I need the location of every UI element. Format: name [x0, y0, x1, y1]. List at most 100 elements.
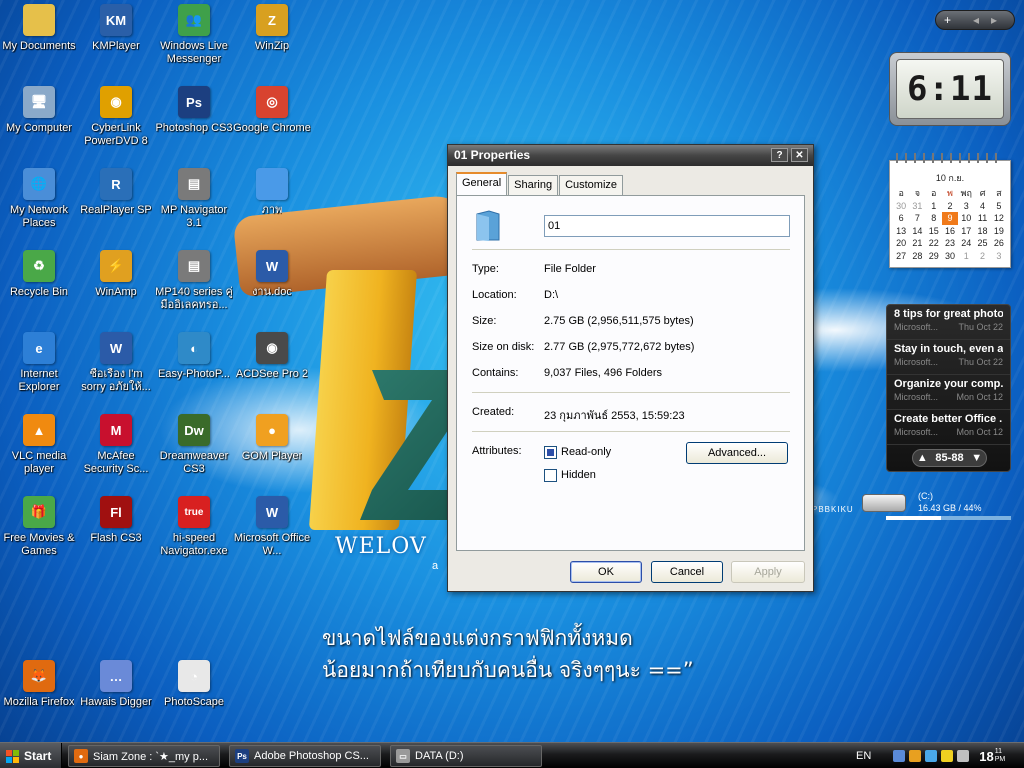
folder-name-input[interactable]: 01 [544, 215, 790, 237]
desktop-icon[interactable]: ♻ Recycle Bin [0, 250, 78, 299]
security-tray-icon[interactable] [941, 750, 954, 762]
calendar-day[interactable]: 30 [893, 200, 909, 213]
calendar-day[interactable]: 31 [909, 200, 925, 213]
calendar-day[interactable]: 8 [926, 212, 942, 225]
desktop-icon[interactable]: ◐ Easy-PhotoP... [155, 332, 233, 381]
news-prev-button[interactable]: ▲ [917, 452, 928, 464]
calendar-day[interactable]: 11 [974, 212, 990, 225]
taskbar-item[interactable]: ▭ DATA (D:) [390, 745, 542, 767]
desktop-icon[interactable]: W งาน.doc [233, 250, 311, 299]
desktop-icon[interactable]: ◉ ACDSee Pro 2 [233, 332, 311, 381]
calendar-day[interactable]: 15 [926, 225, 942, 238]
calendar-day[interactable]: 26 [991, 237, 1007, 250]
sidebar-prev-button[interactable]: ◂ [973, 13, 979, 27]
calendar-day[interactable]: 17 [958, 225, 974, 238]
desktop-icon[interactable]: Fl Flash CS3 [77, 496, 155, 545]
desktop-icon[interactable]: W Microsoft Office W... [233, 496, 311, 558]
calendar-day[interactable]: 16 [942, 225, 958, 238]
ok-button[interactable]: OK [570, 561, 642, 583]
calendar-day[interactable]: 9 [941, 212, 959, 225]
calendar-day[interactable]: 22 [926, 237, 942, 250]
desktop-icon[interactable]: ◔ PhotoScape [155, 660, 233, 709]
messenger-tray-icon[interactable] [925, 750, 938, 762]
news-item[interactable]: 8 tips for great photos Microsoft... Thu O… [887, 305, 1010, 340]
advanced-button[interactable]: Advanced... [686, 442, 788, 464]
drive-gadget[interactable]: (C:) 16.43 GB / 44% [860, 490, 1015, 520]
update-tray-icon[interactable] [909, 750, 922, 762]
desktop-icon[interactable]: ▤ MP140 series คู่มืออิเลคทรอ... [155, 250, 233, 312]
calendar-day[interactable]: 27 [893, 250, 909, 263]
calendar-day[interactable]: 1 [926, 200, 942, 213]
desktop-icon[interactable]: Dw Dreamweaver CS3 [155, 414, 233, 476]
calendar-day[interactable]: 7 [909, 212, 925, 225]
desktop-icon[interactable]: 🖥 My Computer [0, 86, 78, 135]
readonly-checkbox[interactable] [544, 446, 557, 459]
taskbar-item[interactable]: ● Siam Zone : `★_my p... [68, 745, 220, 767]
desktop-icon[interactable]: ▤ MP Navigator 3.1 [155, 168, 233, 230]
desktop-icon[interactable]: My Documents [0, 4, 78, 53]
calendar-day[interactable]: 28 [909, 250, 925, 263]
calendar-day[interactable]: 19 [991, 225, 1007, 238]
tab-customize[interactable]: Customize [559, 175, 624, 195]
dialog-titlebar[interactable]: 01 Properties ? ✕ [448, 145, 813, 166]
calendar-day[interactable]: 29 [926, 250, 942, 263]
desktop-icon[interactable]: … Hawais Digger [77, 660, 155, 709]
calendar-day[interactable]: 6 [893, 212, 909, 225]
news-item[interactable]: Stay in touch, even a... Microsoft... Thu … [887, 340, 1010, 375]
calendar-day[interactable]: 30 [942, 250, 958, 263]
calendar-day[interactable]: 25 [974, 237, 990, 250]
calendar-gadget[interactable]: 10 ก.ย. อจอพพฤศส 30 31 1 2 3 4 5 6 7 8 9 10 11 12 13 14 1… [889, 153, 1011, 268]
calendar-day[interactable]: 2 [942, 200, 958, 213]
calendar-day[interactable]: 24 [958, 237, 974, 250]
desktop-icon[interactable]: 👥 Windows Live Messenger [155, 4, 233, 66]
desktop-icon[interactable]: 🦊 Mozilla Firefox [0, 660, 78, 709]
desktop-icon[interactable]: 🌐 My Network Places [0, 168, 78, 230]
news-item[interactable]: Create better Office ... Microsoft... Mon … [887, 410, 1010, 445]
desktop-icon[interactable]: ◉ CyberLink PowerDVD 8 [77, 86, 155, 148]
desktop-icon[interactable]: Z WinZip [233, 4, 311, 53]
desktop-icon[interactable]: R RealPlayer SP [77, 168, 155, 217]
news-next-button[interactable]: ▼ [971, 452, 982, 464]
desktop-icon[interactable]: e Internet Explorer [0, 332, 78, 394]
calendar-day[interactable]: 14 [909, 225, 925, 238]
calendar-day[interactable]: 23 [942, 237, 958, 250]
network-tray-icon[interactable] [893, 750, 906, 762]
hidden-checkbox[interactable] [544, 469, 557, 482]
hidden-label[interactable]: Hidden [561, 469, 596, 481]
calendar-day[interactable]: 3 [991, 250, 1007, 263]
desktop-icon[interactable]: 🎁 Free Movies & Games [0, 496, 78, 558]
calendar-day[interactable]: 5 [991, 200, 1007, 213]
readonly-label[interactable]: Read-only [561, 446, 611, 458]
calendar-day[interactable]: 12 [991, 212, 1007, 225]
help-button[interactable]: ? [771, 148, 788, 162]
tab-sharing[interactable]: Sharing [508, 175, 559, 195]
cancel-button[interactable]: Cancel [651, 561, 723, 583]
news-item[interactable]: Organize your comp... Microsoft... Mon Oct… [887, 375, 1010, 410]
desktop-icon[interactable]: Ps Photoshop CS3 [155, 86, 233, 135]
desktop-icon[interactable]: W ชื่อเรื่อง I'm sorry อภัยให้... [77, 332, 155, 394]
close-button[interactable]: ✕ [791, 148, 808, 162]
calendar-day[interactable]: 3 [958, 200, 974, 213]
desktop-icon[interactable]: KM KMPlayer [77, 4, 155, 53]
clock-hour[interactable]: 18 [979, 749, 993, 764]
calendar-day[interactable]: 1 [958, 250, 974, 263]
tab-general[interactable]: General [456, 172, 508, 195]
apply-button[interactable]: Apply [731, 561, 805, 583]
desktop-icon[interactable]: ภาพ [233, 168, 311, 217]
volume-tray-icon[interactable] [957, 750, 970, 762]
start-button[interactable]: Start [0, 743, 62, 768]
desktop-icon[interactable]: M McAfee Security Sc... [77, 414, 155, 476]
sidebar-next-button[interactable]: ▸ [991, 13, 997, 27]
desktop-icon[interactable]: ● GOM Player [233, 414, 311, 463]
calendar-day[interactable]: 10 [958, 212, 974, 225]
calendar-day[interactable]: 18 [974, 225, 990, 238]
taskbar-item[interactable]: Ps Adobe Photoshop CS... [229, 745, 381, 767]
clock-minute[interactable]: 11 PM [995, 748, 1006, 764]
add-gadget-button[interactable]: + [944, 13, 951, 27]
desktop-icon[interactable]: ▲ VLC media player [0, 414, 78, 476]
calendar-day[interactable]: 2 [974, 250, 990, 263]
desktop-icon[interactable]: true hi-speed Navigator.exe [155, 496, 233, 558]
calendar-day[interactable]: 4 [974, 200, 990, 213]
clock-gadget[interactable]: 6:11 [889, 52, 1011, 126]
calendar-day[interactable]: 20 [893, 237, 909, 250]
